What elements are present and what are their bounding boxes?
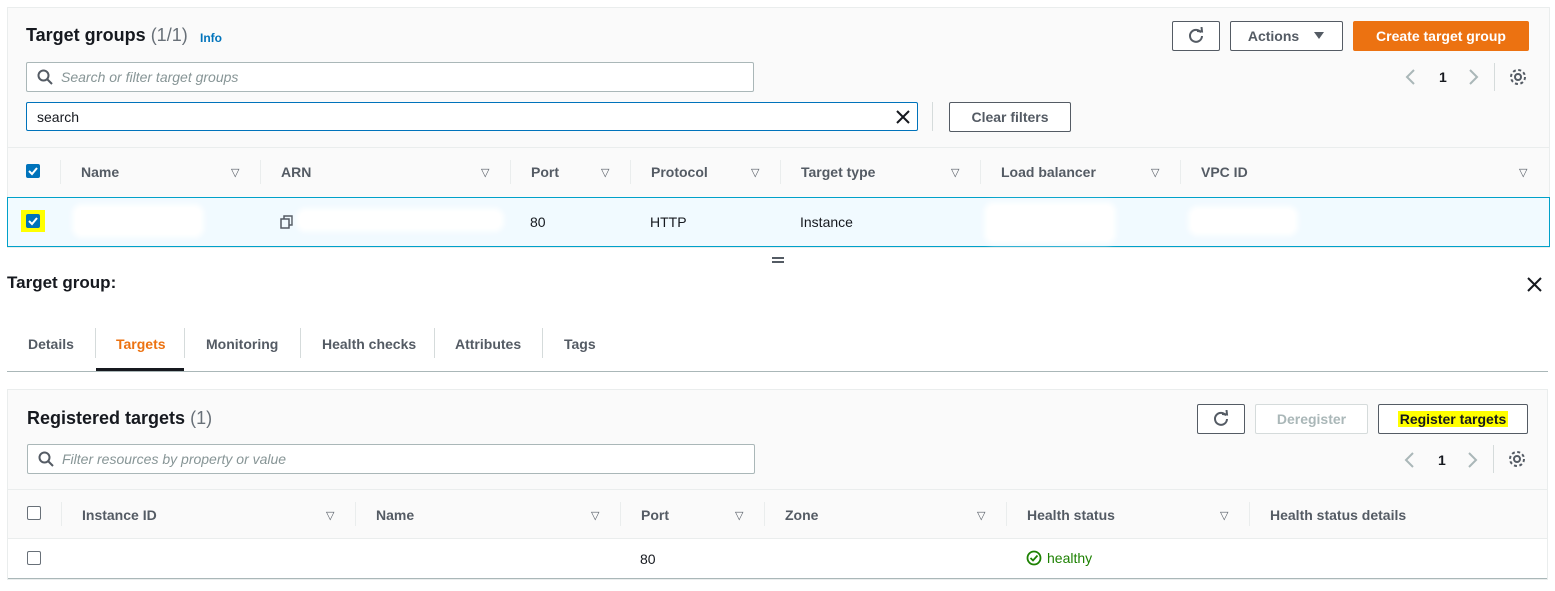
filter-placeholder: Filter resources by property or value: [62, 451, 287, 467]
registered-targets-title: Registered targets: [27, 408, 186, 428]
check-icon: [28, 167, 38, 176]
filter-token-text: search: [37, 108, 80, 125]
sort-icon[interactable]: ▽: [1519, 166, 1527, 179]
sort-icon[interactable]: ▽: [735, 509, 743, 522]
divider: [932, 102, 933, 131]
chevron-left-icon[interactable]: [1403, 451, 1417, 469]
targets-filter-input[interactable]: Filter resources by property or value: [27, 444, 755, 474]
actions-button[interactable]: Actions: [1230, 21, 1343, 51]
copy-icon[interactable]: [280, 215, 294, 229]
deregister-button[interactable]: Deregister: [1255, 404, 1368, 434]
tab-attributes[interactable]: Attributes: [455, 336, 521, 352]
row-checkbox[interactable]: [26, 214, 40, 228]
column-header-protocol[interactable]: Protocol: [651, 164, 708, 180]
chevron-left-icon[interactable]: [1404, 68, 1418, 86]
tab-health-checks[interactable]: Health checks: [322, 336, 416, 352]
column-header-target-type[interactable]: Target type: [801, 164, 875, 180]
register-targets-label: Register targets: [1397, 411, 1509, 427]
cell-port: 80: [530, 214, 546, 230]
check-icon: [28, 217, 38, 226]
search-icon: [37, 69, 53, 85]
target-groups-heading: Target groups (1/1): [26, 25, 188, 46]
check-circle-icon: [1026, 550, 1042, 566]
divider: [7, 489, 1548, 490]
divider: [7, 147, 1550, 148]
tab-targets[interactable]: Targets: [116, 336, 166, 352]
select-all-targets-checkbox[interactable]: [27, 506, 41, 520]
table-row[interactable]: [7, 197, 1550, 247]
column-header-health-status[interactable]: Health status: [1027, 507, 1115, 523]
divider: [1493, 445, 1494, 473]
caret-down-icon: [1314, 32, 1325, 39]
close-panel-icon[interactable]: [1527, 277, 1542, 292]
sort-icon[interactable]: ▽: [231, 166, 239, 179]
sort-icon[interactable]: ▽: [1220, 509, 1228, 522]
refresh-icon: [1189, 27, 1204, 43]
cell-port: 80: [640, 551, 656, 567]
divider: [1494, 63, 1495, 91]
health-status: healthy: [1026, 550, 1092, 566]
chevron-right-icon[interactable]: [1466, 68, 1480, 86]
detail-title: Target group:: [7, 273, 117, 292]
column-header-load-balancer[interactable]: Load balancer: [1001, 164, 1096, 180]
registered-targets-heading: Registered targets (1): [27, 408, 212, 429]
sort-icon[interactable]: ▽: [751, 166, 759, 179]
cell-target-type: Instance: [800, 214, 853, 230]
settings-gear-icon[interactable]: [1509, 68, 1527, 86]
sort-icon[interactable]: ▽: [977, 509, 985, 522]
tab-details[interactable]: Details: [28, 336, 74, 352]
sort-icon[interactable]: ▽: [326, 509, 334, 522]
sort-icon[interactable]: ▽: [591, 509, 599, 522]
tabs-underline: [7, 371, 1548, 372]
page-number[interactable]: 1: [1438, 452, 1446, 468]
row-checkbox[interactable]: [27, 551, 41, 565]
redacted-arn: [300, 212, 500, 228]
column-header-arn[interactable]: ARN: [281, 164, 311, 180]
sort-icon[interactable]: ▽: [1151, 166, 1159, 179]
select-all-checkbox[interactable]: [26, 164, 40, 178]
sort-icon[interactable]: ▽: [481, 166, 489, 179]
redacted-name[interactable]: [76, 208, 200, 234]
search-placeholder: Search or filter target groups: [61, 69, 239, 85]
redacted-vpc-id: [1192, 210, 1294, 232]
target-groups-title: Target groups: [26, 25, 146, 45]
refresh-icon: [1214, 410, 1229, 426]
redacted-load-balancer[interactable]: [988, 206, 1112, 240]
sort-icon[interactable]: ▽: [601, 166, 609, 179]
column-header-vpc-id[interactable]: VPC ID: [1201, 164, 1248, 180]
sort-icon[interactable]: ▽: [951, 166, 959, 179]
column-header-name[interactable]: Name: [81, 164, 119, 180]
refresh-button[interactable]: [1172, 21, 1220, 51]
tab-monitoring[interactable]: Monitoring: [206, 336, 278, 352]
page-number[interactable]: 1: [1439, 69, 1447, 85]
column-header-port[interactable]: Port: [641, 507, 669, 523]
close-icon[interactable]: [895, 109, 911, 125]
clear-filters-button[interactable]: Clear filters: [949, 102, 1071, 132]
tab-tags[interactable]: Tags: [564, 336, 596, 352]
chevron-right-icon[interactable]: [1465, 451, 1479, 469]
column-header-name[interactable]: Name: [376, 507, 414, 523]
column-header-instance-id[interactable]: Instance ID: [82, 507, 157, 523]
actions-label: Actions: [1247, 28, 1300, 44]
filter-token-input[interactable]: search: [26, 102, 918, 131]
register-targets-button[interactable]: Register targets: [1378, 404, 1528, 434]
table-row[interactable]: [8, 538, 1547, 579]
target-groups-count: (1/1): [150, 25, 188, 45]
create-target-group-button[interactable]: Create target group: [1353, 21, 1529, 51]
registered-targets-count: (1): [190, 408, 213, 428]
column-header-zone[interactable]: Zone: [785, 507, 818, 523]
column-header-port[interactable]: Port: [531, 164, 559, 180]
column-header-health-status-details[interactable]: Health status details: [1270, 507, 1406, 523]
search-icon: [38, 451, 54, 467]
health-status-text: healthy: [1047, 550, 1093, 566]
target-groups-search-input[interactable]: Search or filter target groups: [26, 62, 754, 92]
info-link[interactable]: Info: [200, 31, 222, 45]
refresh-targets-button[interactable]: [1197, 404, 1245, 434]
settings-gear-icon[interactable]: [1508, 450, 1526, 468]
resize-handle-icon[interactable]: [772, 257, 784, 263]
cell-protocol: HTTP: [650, 214, 687, 230]
